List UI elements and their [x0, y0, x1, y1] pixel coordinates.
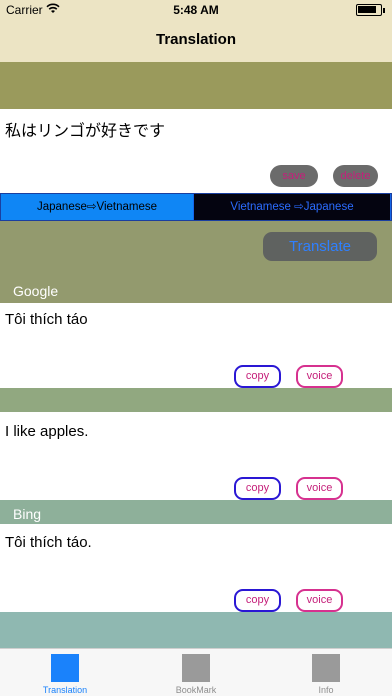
bing-result-text: Tôi thích táo.: [5, 534, 92, 551]
save-button[interactable]: save: [270, 165, 318, 187]
page-title: Translation: [155, 31, 237, 48]
copy-button[interactable]: copy: [234, 365, 281, 388]
voice-button[interactable]: voice: [296, 365, 343, 388]
tab-translation[interactable]: [51, 654, 79, 682]
battery-icon: [356, 4, 382, 16]
info-tab-icon: [312, 654, 340, 682]
bing-section-label: Bing: [13, 506, 42, 522]
delete-button[interactable]: delete: [333, 165, 378, 187]
tab-translation-label[interactable]: Translation: [25, 685, 105, 695]
separator-band: [0, 388, 392, 412]
translation-tab-icon: [51, 654, 79, 682]
voice-button[interactable]: voice: [296, 477, 343, 500]
tab-info[interactable]: [312, 654, 340, 682]
tab-bookmark-label[interactable]: BookMark: [156, 685, 236, 695]
english-result-text: I like apples.: [5, 423, 89, 440]
bing-band: [0, 500, 392, 524]
source-text[interactable]: 私はリンゴが好きです: [5, 117, 165, 141]
segment-vietnamese-to-japanese[interactable]: Vietnamese ⇨Japanese: [194, 194, 390, 220]
bottom-band: [0, 612, 392, 648]
copy-button[interactable]: copy: [234, 589, 281, 612]
translate-button[interactable]: Translate: [263, 232, 377, 261]
status-time: 5:48 AM: [173, 3, 219, 17]
battery-tip: [383, 8, 385, 13]
google-section-label: Google: [13, 283, 59, 299]
segment-japanese-to-vietnamese[interactable]: Japanese⇨Vietnamese: [1, 194, 193, 220]
tab-info-label[interactable]: Info: [286, 685, 366, 695]
bookmark-tab-icon: [182, 654, 210, 682]
header-band: [0, 62, 392, 109]
voice-button[interactable]: voice: [296, 589, 343, 612]
copy-button[interactable]: copy: [234, 477, 281, 500]
google-result-text: Tôi thích táo: [5, 311, 88, 328]
tab-bookmark[interactable]: [182, 654, 210, 682]
